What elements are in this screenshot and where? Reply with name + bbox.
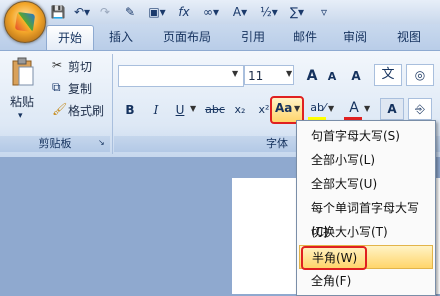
scissors-icon: ✂ [52,58,63,72]
menu-item-lowercase[interactable]: 全部小写(L) [299,148,433,172]
tab-insert[interactable]: 插入 [98,25,144,49]
tab-home[interactable]: 开始 [46,25,94,50]
tab-review[interactable]: 审阅 [332,25,378,49]
italic-button[interactable]: I [146,100,166,120]
char-shading-button[interactable]: A [380,98,404,120]
customize-toolbar-icon[interactable]: ▿ [316,4,332,20]
cut-button[interactable]: 剪切 [68,58,108,75]
clipboard-group-label: 剪贴板 [0,136,110,152]
underline-button[interactable]: U [170,100,190,120]
menu-item-uppercase[interactable]: 全部大写(U) [299,172,433,196]
tab-page-layout[interactable]: 页面布局 [152,25,222,49]
font-color-dropdown-icon[interactable]: ▼ [364,104,370,113]
link-icon[interactable]: ∞▾ [198,4,224,20]
bold-button[interactable]: B [120,100,140,120]
format-painter-button[interactable]: 格式刷 [68,102,116,119]
menu-item-capitalize-each-word[interactable]: 每个单词首字母大写(C) [299,196,433,239]
paste-icon[interactable] [6,56,40,94]
change-case-dropdown-icon: ▼ [294,104,301,113]
save-icon[interactable]: 💾 [50,4,66,20]
dialog-launcher-icon[interactable]: ↘ [98,138,108,148]
font-size-dropdown-icon[interactable]: ▼ [286,69,296,78]
office-button[interactable] [4,1,46,43]
redo-icon[interactable]: ↷ [98,4,112,20]
change-case-menu: 句首字母大写(S) 全部小写(L) 全部大写(U) 每个单词首字母大写(C) 切… [296,120,436,296]
highlight-dropdown-icon[interactable]: ▼ [328,104,334,113]
change-case-label: Aa [275,101,293,115]
font-color-button[interactable]: A [344,98,364,118]
clear-format-button[interactable]: A [346,66,366,86]
sigma-icon[interactable]: ∑▾ [286,4,308,20]
fraction-icon[interactable]: ½▾ [258,4,280,20]
copy-button[interactable]: 复制 [68,80,108,97]
font-color-icon[interactable]: A▾ [228,4,252,20]
menu-item-toggle-case[interactable]: 切换大小写(T) [299,220,433,244]
copy-icon: ⧉ [52,80,61,94]
underline-dropdown-icon[interactable]: ▼ [190,104,196,113]
menu-item-half-width[interactable]: 半角(W) [299,245,433,270]
subscript-button[interactable]: x₂ [230,100,250,120]
styles-icon[interactable]: ▣▾ [146,4,168,20]
strikethrough-button[interactable]: abc [202,100,228,120]
font-name-box[interactable] [118,65,244,87]
print-preview-icon[interactable]: ✎ [122,4,138,20]
paste-dropdown-icon[interactable]: ▾ [18,111,28,121]
text-highlight-icon[interactable]: ab⁄ [308,98,328,118]
half-width-label: 半角(W) [312,251,358,265]
menu-item-full-width[interactable]: 全角(F) [299,269,433,293]
menu-item-sentence-case[interactable]: 句首字母大写(S) [299,124,433,148]
paste-label[interactable]: 粘贴 [10,93,40,109]
tab-view[interactable]: 视图 [386,25,432,49]
enclose-char-icon[interactable]: ◎ [406,64,434,86]
formula-icon[interactable]: fx [176,4,192,20]
phonetic-guide-button[interactable]: 文 [374,64,402,86]
tab-references[interactable]: 引用 [230,25,276,49]
font-name-dropdown-icon[interactable]: ▼ [232,69,242,78]
shrink-font-button[interactable]: A [322,67,342,87]
office-logo-icon [14,11,36,33]
tab-mailings[interactable]: 邮件 [282,25,328,49]
enclose-characters-icon[interactable]: ⎆ [408,98,432,120]
grow-font-button[interactable]: A [302,66,322,86]
group-separator [112,54,113,154]
undo-icon[interactable]: ↶▾ [70,4,94,20]
format-painter-icon: 🖌 [52,102,68,116]
